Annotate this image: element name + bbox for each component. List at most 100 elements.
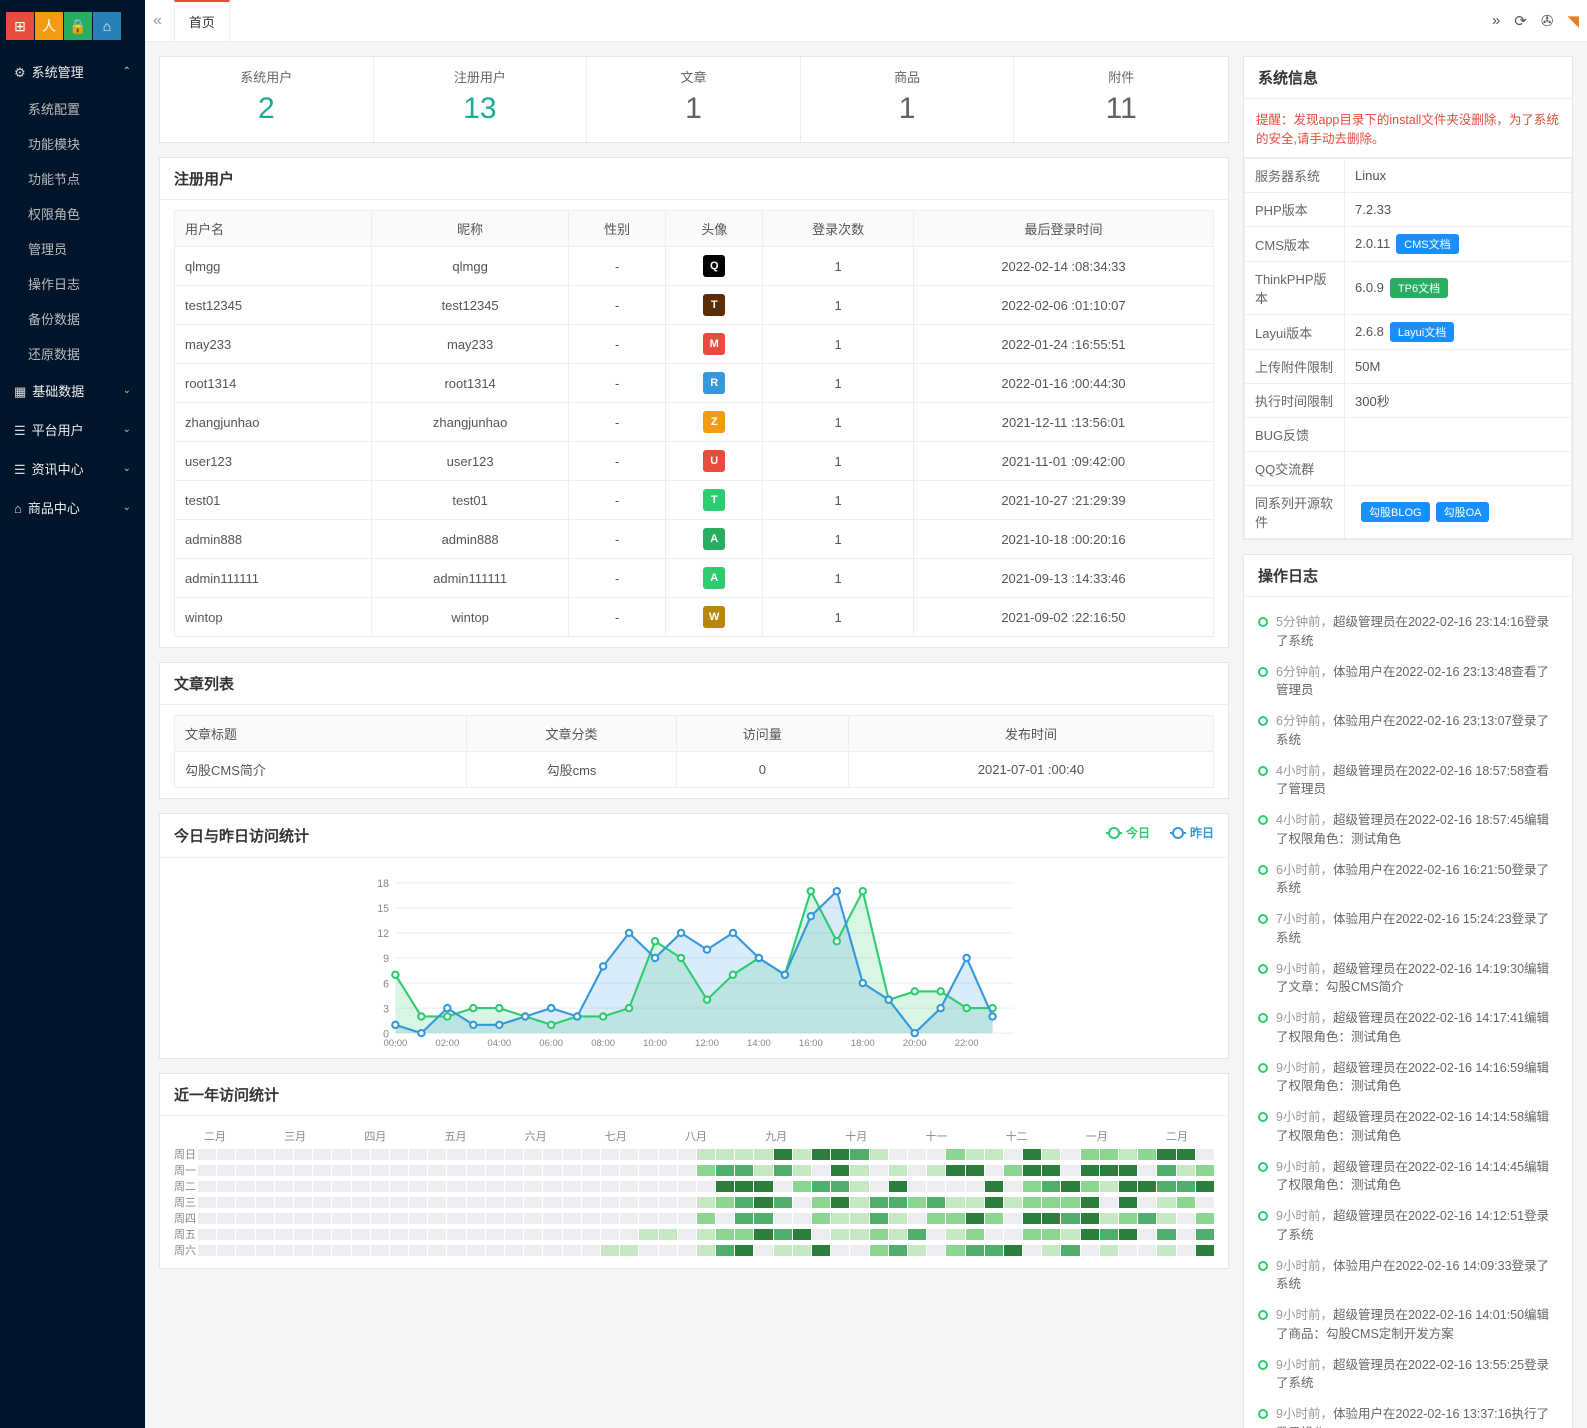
heatmap-cell [332,1213,350,1224]
table-row: root1314 root1314 - R 1 2022-01-16 :00:4… [175,364,1214,403]
avatar: R [703,372,725,394]
sysinfo-table: 服务器系统LinuxPHP版本7.2.33CMS版本2.0.11CMS文档Thi… [1244,158,1572,539]
table-row: admin111111 admin111111 - A 1 2021-09-13… [175,559,1214,598]
heatmap-cell [236,1197,254,1208]
heatmap-cell [390,1197,408,1208]
doc-link-tag[interactable]: 勾股BLOG [1361,502,1430,522]
cell-gender: - [569,403,666,442]
heatmap-cell [294,1213,312,1224]
heatmap-cell [831,1245,849,1256]
flag-icon[interactable]: ◥ [1567,12,1579,30]
collapse-icon[interactable]: « [153,12,162,30]
table-row: test01 test01 - T 1 2021-10-27 :21:29:39 [175,481,1214,520]
cell-published: 2021-07-01 :00:40 [848,752,1213,788]
heatmap-cell [831,1165,849,1176]
heatmap-cell [620,1213,638,1224]
doc-link-tag[interactable]: Layui文档 [1390,322,1454,342]
heatmap-cell [1042,1197,1060,1208]
heatmap-day-label: 周二 [174,1178,198,1194]
heatmap-cell [524,1165,542,1176]
heatmap-cell [793,1197,811,1208]
nav-group[interactable]: ⌂商品中心⌄ [0,488,145,527]
log-item: 4小时前，超级管理员在2022-02-16 18:57:58查看了管理员 [1258,756,1558,806]
heatmap-cell [505,1213,523,1224]
heatmap-cell [294,1149,312,1160]
heatmap-cell [1157,1149,1175,1160]
heatmap-cell [1004,1165,1022,1176]
nav-sub-item[interactable]: 备份数据 [0,301,145,336]
cell-nickname: admin888 [372,520,569,559]
doc-link-tag[interactable]: CMS文档 [1396,234,1458,254]
heatmap-cell [467,1181,485,1192]
svg-text:22:00: 22:00 [955,1038,979,1048]
heatmap-cell [812,1245,830,1256]
heatmap-cell [1196,1213,1214,1224]
heatmap-cell [1081,1197,1099,1208]
legend-today: 今日 [1126,824,1150,841]
svg-text:12: 12 [377,928,389,940]
heatmap-cell [390,1245,408,1256]
heatmap-cell [620,1181,638,1192]
refresh-icon[interactable]: ⟳ [1514,12,1527,30]
nav-group[interactable]: ⚙系统管理⌃ [0,52,145,91]
heatmap-months: 二月三月四月五月六月七月八月九月十月十一十二一月二月 [174,1126,1214,1146]
stat-tile: 商品1 [801,57,1015,142]
heatmap-cell [1177,1197,1195,1208]
sysinfo-row: 执行时间限制300秒 [1245,384,1572,418]
sysinfo-row: Layui版本2.6.8Layui文档 [1245,315,1572,350]
heatmap-cell [927,1149,945,1160]
nav-group[interactable]: ☰资讯中心⌄ [0,449,145,488]
heatmap-cell [563,1165,581,1176]
nav-group[interactable]: ☰平台用户⌄ [0,410,145,449]
avatar: Z [703,411,725,433]
heatmap-cell [966,1197,984,1208]
table-row: may233 may233 - M 1 2022-01-24 :16:55:51 [175,325,1214,364]
sysinfo-row: 上传附件限制50M [1245,350,1572,384]
heatmap-cell [313,1245,331,1256]
tab-home[interactable]: 首页 [174,0,230,41]
doc-link-tag[interactable]: 勾股OA [1436,502,1490,522]
log-item: 7小时前，体验用户在2022-02-16 15:24:23登录了系统 [1258,904,1558,954]
heatmap-row: 周六 [174,1242,1214,1258]
cleanup-icon[interactable]: ✇ [1541,12,1554,30]
sysinfo-value: 7.2.33 [1345,193,1572,227]
log-item: 9小时前，超级管理员在2022-02-16 14:12:51登录了系统 [1258,1201,1558,1251]
heatmap-cell [793,1165,811,1176]
nav-sub-item[interactable]: 管理员 [0,231,145,266]
heatmap-cell [294,1197,312,1208]
heatmap-cell [735,1165,753,1176]
heatmap-cell [697,1229,715,1240]
heatmap-cell [1196,1245,1214,1256]
cell-avatar: R [666,364,763,403]
nav-group[interactable]: ▦基础数据⌄ [0,371,145,410]
heatmap-cell [390,1181,408,1192]
heatmap-cell [1138,1229,1156,1240]
log-dot-icon [1258,1013,1268,1023]
nav-sub-item[interactable]: 功能模块 [0,126,145,161]
heatmap-cell [774,1245,792,1256]
heatmap-cell [467,1149,485,1160]
sysinfo-alert: 提醒：发现app目录下的install文件夹没删除，为了系统的安全,请手动去删除… [1244,99,1572,158]
nav-sub-item[interactable]: 还原数据 [0,336,145,371]
heatmap-cell [1157,1245,1175,1256]
heatmap-cell [524,1197,542,1208]
nav-group-icon: ☰ [14,462,26,477]
heatmap-cell [313,1181,331,1192]
heatmap-cell [927,1197,945,1208]
nav-sub-item[interactable]: 权限角色 [0,196,145,231]
heatmap-cell [850,1245,868,1256]
heatmap-cell [735,1229,753,1240]
log-dot-icon [1258,766,1268,776]
heatmap-cell [1023,1245,1041,1256]
nav-sub-item[interactable]: 操作日志 [0,266,145,301]
heatmap-cell [256,1229,274,1240]
heatmap-row: 周四 [174,1210,1214,1226]
svg-text:9: 9 [383,953,389,965]
nav-sub-item[interactable]: 系统配置 [0,91,145,126]
doc-link-tag[interactable]: TP6文档 [1390,278,1448,298]
tab-more-icon[interactable]: » [1492,12,1500,29]
sysinfo-row: BUG反馈 [1245,418,1572,452]
heatmap-cell [1081,1149,1099,1160]
nav-sub-item[interactable]: 功能节点 [0,161,145,196]
svg-text:15: 15 [377,903,389,915]
